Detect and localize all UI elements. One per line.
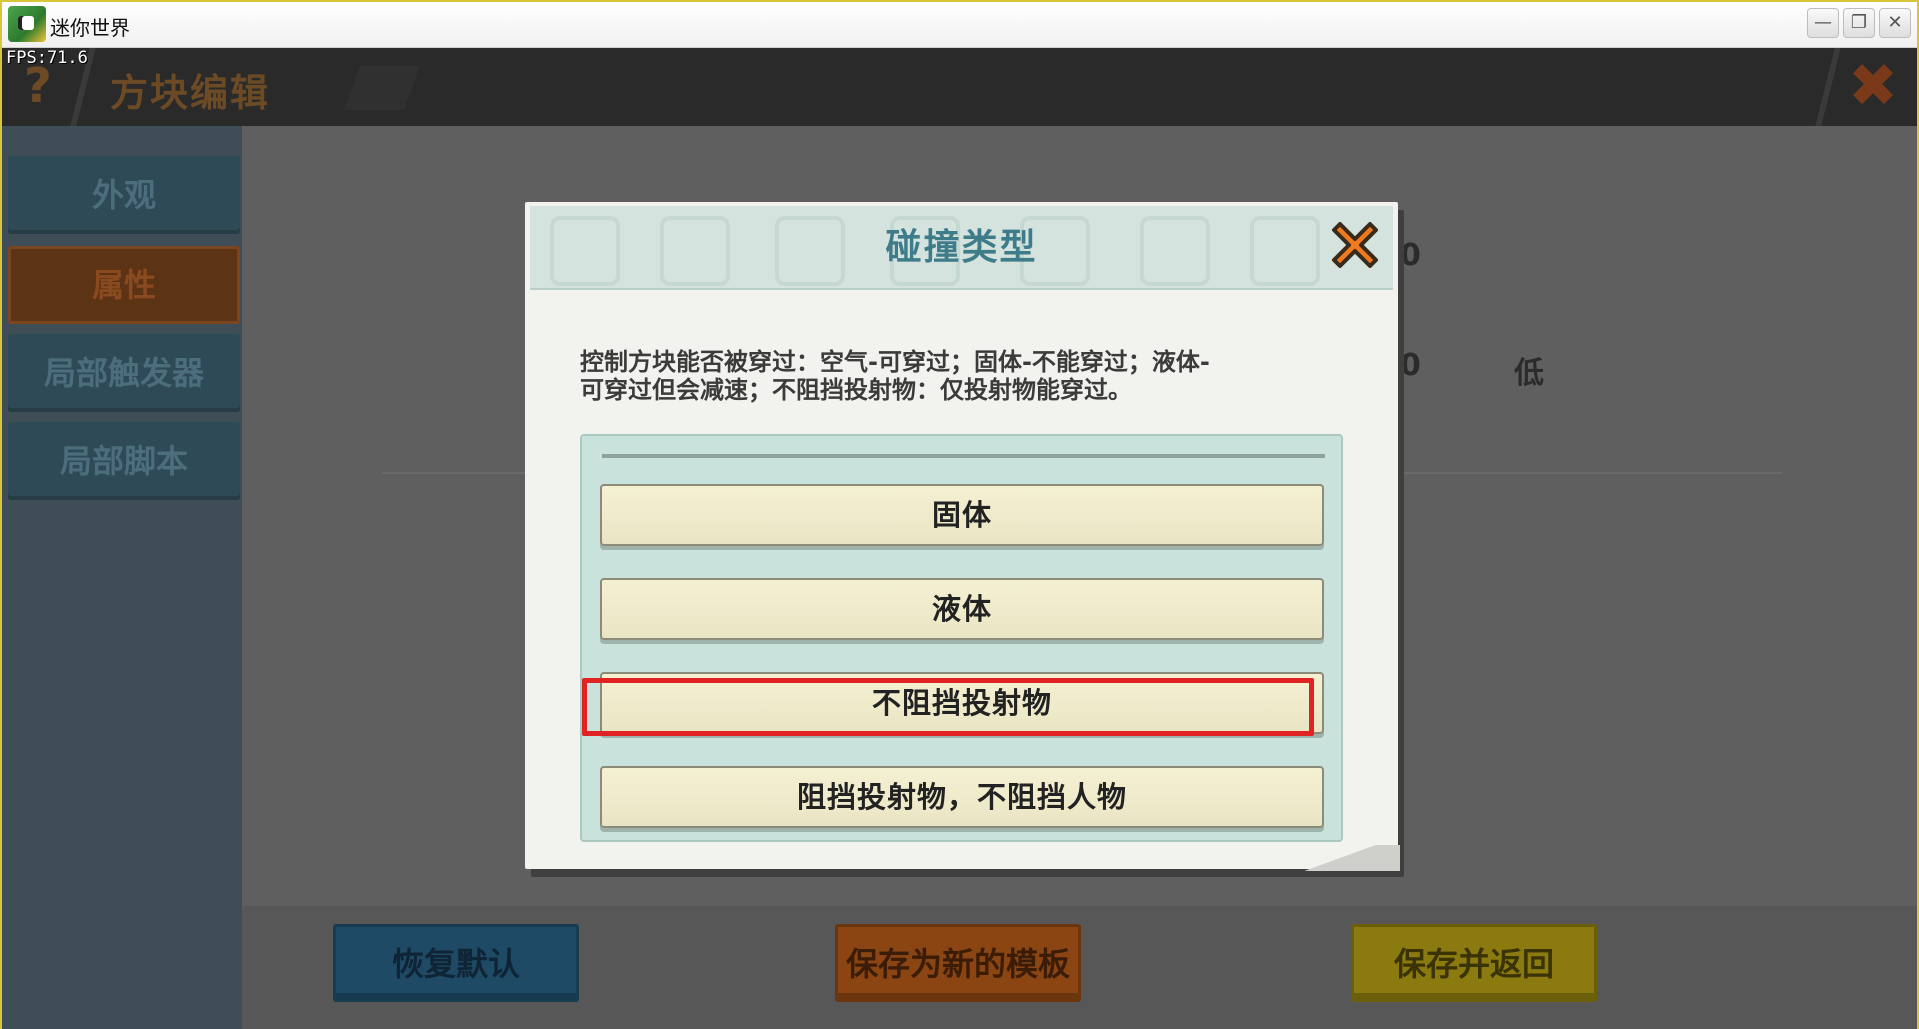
game-window: 迷你世界 — ❐ ✕ ? 方块编辑 ✖ FPS:71.6 外观 属性 局部触发器… [0, 0, 1919, 1029]
property-level-label: 低 [1514, 356, 1544, 391]
restore-button[interactable]: ❐ [1843, 8, 1875, 38]
app-icon [8, 6, 46, 42]
option-liquid-button[interactable]: 液体 [600, 578, 1324, 640]
sidebar-item-properties[interactable]: 属性 [8, 246, 240, 324]
header-divider-right [1815, 48, 1841, 126]
dialog-description: 控制方块能否被穿过：空气-可穿过；固体-不能穿过；液体- 可穿过但会减速；不阻挡… [580, 348, 1350, 404]
dialog-close-icon[interactable] [1326, 216, 1384, 274]
collision-options-list: 固体 液体 不阻挡投射物 阻挡投射物，不阻挡人物 [580, 434, 1343, 842]
window-close-button[interactable]: ✕ [1879, 8, 1911, 38]
page-title: 方块编辑 [110, 71, 271, 115]
property-value: 0 [1400, 348, 1421, 383]
sidebar: 外观 属性 局部触发器 局部脚本 [2, 126, 242, 1029]
window-titlebar: 迷你世界 — ❐ ✕ [2, 2, 1917, 48]
sidebar-item-appearance[interactable]: 外观 [8, 156, 240, 234]
editor-close-icon[interactable]: ✖ [1845, 56, 1901, 116]
minimize-button[interactable]: — [1807, 8, 1839, 38]
property-value: 0 [1400, 238, 1421, 273]
dialog-header: 碰撞类型 [530, 206, 1393, 290]
dialog-title: 碰撞类型 [885, 227, 1038, 268]
editor-header: ? 方块编辑 ✖ [2, 48, 1917, 126]
save-and-return-button[interactable]: 保存并返回 [1351, 924, 1597, 1002]
option-solid-button[interactable]: 固体 [600, 484, 1324, 546]
description-line: 可穿过但会减速；不阻挡投射物：仅投射物能穿过。 [580, 376, 1132, 404]
window-title: 迷你世界 [50, 16, 130, 40]
fps-counter: FPS:71.6 [6, 48, 88, 68]
sidebar-item-local-triggers[interactable]: 局部触发器 [8, 334, 240, 412]
option-block-projectile-button[interactable]: 阻挡投射物，不阻挡人物 [600, 766, 1324, 828]
collision-type-dialog: 碰撞类型 控制方块能否被穿过：空气-可穿过；固体-不能穿过；液体- 可穿过但会减… [525, 202, 1400, 871]
description-line: 控制方块能否被穿过：空气-可穿过；固体-不能穿过；液体- [580, 348, 1210, 376]
save-as-template-button[interactable]: 保存为新的模板 [835, 924, 1081, 1002]
selection-highlight [582, 678, 1314, 736]
reset-default-button[interactable]: 恢复默认 [333, 924, 579, 1002]
list-divider [602, 454, 1325, 458]
sidebar-item-local-scripts[interactable]: 局部脚本 [8, 422, 240, 500]
header-decoration [343, 66, 421, 110]
